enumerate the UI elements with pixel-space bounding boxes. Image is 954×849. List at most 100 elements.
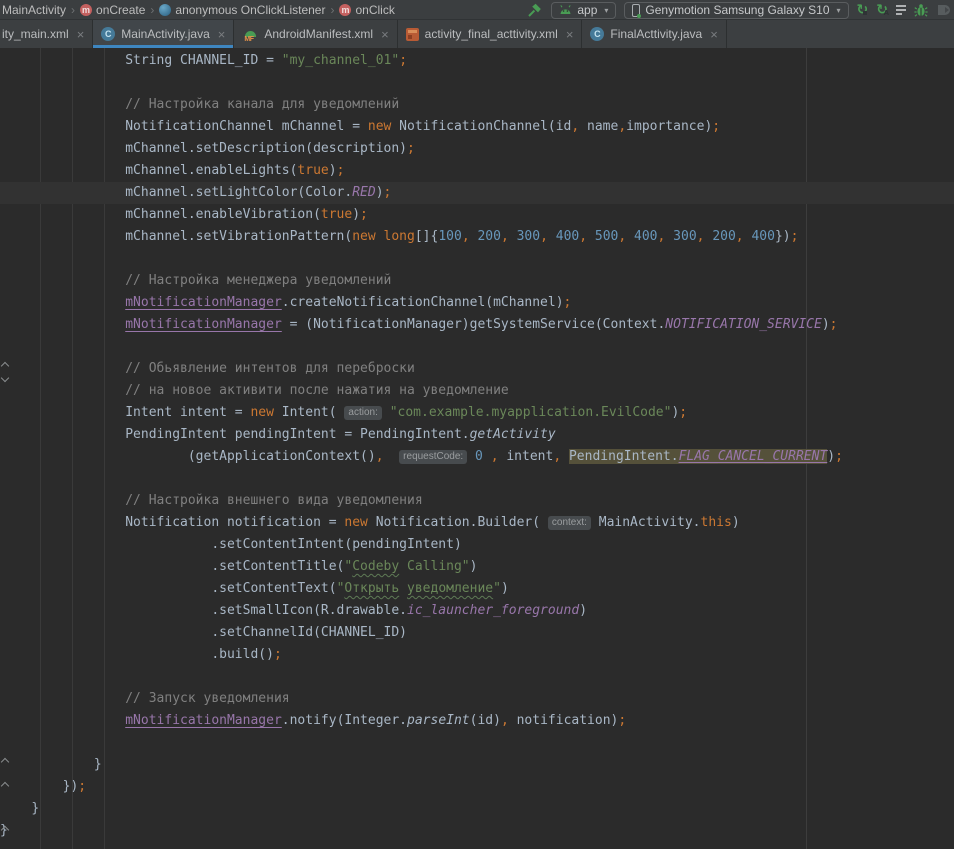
code-line[interactable]: .setChannelId(CHANNEL_ID) bbox=[0, 622, 954, 644]
tab-MainActivity.java[interactable]: CMainActivity.java× bbox=[93, 20, 234, 48]
code-line[interactable] bbox=[0, 248, 954, 270]
code-token: , bbox=[618, 119, 626, 134]
code-line[interactable]: // Настройка канала для уведомлений bbox=[0, 94, 954, 116]
attach-debugger-icon bbox=[936, 3, 950, 17]
code-line[interactable]: // Настройка внешнего вида уведомления bbox=[0, 490, 954, 512]
code-line[interactable]: mChannel.enableLights(true); bbox=[0, 160, 954, 182]
code-line[interactable]: Notification notification = new Notifica… bbox=[0, 512, 954, 534]
tab-activity_final_acttivity.xml[interactable]: activity_final_acttivity.xml× bbox=[398, 20, 583, 48]
code-line[interactable]: .setContentText("Открыть уведомление") bbox=[0, 578, 954, 600]
tab-AndroidManifest.xml[interactable]: MFAndroidManifest.xml× bbox=[234, 20, 397, 48]
device-select[interactable]: Genymotion Samsung Galaxy S10 ▾ bbox=[624, 2, 848, 19]
code-line[interactable]: // Настройка менеджера уведомлений bbox=[0, 270, 954, 292]
breadcrumb-item-oncreate[interactable]: monCreate bbox=[80, 3, 145, 17]
code-line[interactable] bbox=[0, 336, 954, 358]
code-token: // Обьявление интентов для переброски bbox=[125, 361, 415, 376]
fold-marker[interactable] bbox=[1, 362, 9, 370]
code-token: Открыть bbox=[344, 581, 399, 596]
code-line[interactable]: NotificationChannel mChannel = new Notif… bbox=[0, 116, 954, 138]
code-line[interactable]: } bbox=[0, 798, 954, 820]
code-line[interactable] bbox=[0, 732, 954, 754]
code-editor[interactable]: String CHANNEL_ID = "my_channel_01"; // … bbox=[0, 48, 954, 849]
code-token: intent bbox=[499, 449, 554, 464]
indent bbox=[0, 515, 125, 530]
code-line[interactable]: // на новое активити после нажатия на ув… bbox=[0, 380, 954, 402]
code-line[interactable]: mChannel.setLightColor(Color.RED); bbox=[0, 182, 954, 204]
indent bbox=[0, 559, 211, 574]
code-line[interactable]: Intent intent = new Intent( action: "com… bbox=[0, 402, 954, 424]
code-token: // Настройка внешнего вида уведомления bbox=[125, 493, 422, 508]
breadcrumb-item-anonymous-onclicklistener[interactable]: anonymous OnClickListener bbox=[159, 3, 325, 17]
code-line[interactable]: mNotificationManager.createNotificationC… bbox=[0, 292, 954, 314]
code-token: // Запуск уведомления bbox=[125, 691, 289, 706]
code-line[interactable]: (getApplicationContext(), requestCode: 0… bbox=[0, 446, 954, 468]
fold-marker[interactable] bbox=[1, 374, 9, 382]
fold-marker[interactable] bbox=[1, 758, 9, 766]
code-token: " bbox=[493, 581, 501, 596]
breadcrumb-item-onclick[interactable]: monClick bbox=[339, 3, 394, 17]
run-configuration-select[interactable]: app ▾ bbox=[551, 2, 616, 19]
indent bbox=[0, 273, 125, 288]
code-line[interactable]: .setContentIntent(pendingIntent) bbox=[0, 534, 954, 556]
layout-file-icon bbox=[406, 28, 419, 41]
code-line[interactable]: .setContentTitle("Codeby Calling") bbox=[0, 556, 954, 578]
code-token: 300 bbox=[517, 229, 540, 244]
tab-FinalActtivity.java[interactable]: CFinalActtivity.java× bbox=[582, 20, 726, 48]
indent bbox=[0, 647, 211, 662]
code-line[interactable]: mChannel.setVibrationPattern(new long[]{… bbox=[0, 226, 954, 248]
code-token: .setContentTitle( bbox=[211, 559, 344, 574]
code-line[interactable]: } bbox=[0, 754, 954, 776]
navigation-bar: MainActivity›monCreate›anonymous OnClick… bbox=[0, 0, 954, 20]
attach-debugger-button[interactable] bbox=[936, 1, 950, 19]
tab-close-icon[interactable]: × bbox=[566, 27, 574, 42]
indent bbox=[0, 317, 125, 332]
tab-close-icon[interactable]: × bbox=[77, 27, 85, 42]
tab-label: MainActivity.java bbox=[121, 27, 209, 41]
indent bbox=[0, 603, 211, 618]
code-token: , bbox=[462, 229, 470, 244]
indent bbox=[0, 691, 125, 706]
code-line[interactable]: mChannel.enableVibration(true); bbox=[0, 204, 954, 226]
code-token: getActivity bbox=[470, 427, 556, 442]
code-line[interactable]: // Обьявление интентов для переброски bbox=[0, 358, 954, 380]
fold-marker[interactable] bbox=[1, 826, 9, 834]
code-token: ; bbox=[274, 647, 282, 662]
code-line[interactable]: mChannel.setDescription(description); bbox=[0, 138, 954, 160]
apply-code-changes-button[interactable]: ↻A bbox=[876, 1, 888, 19]
code-line[interactable]: PendingIntent pendingIntent = PendingInt… bbox=[0, 424, 954, 446]
code-line[interactable] bbox=[0, 468, 954, 490]
code-token: name bbox=[579, 119, 618, 134]
breadcrumb-item-mainactivity[interactable]: MainActivity bbox=[2, 3, 66, 17]
code-token: , bbox=[501, 229, 509, 244]
code-token bbox=[399, 581, 407, 596]
profiler-button[interactable] bbox=[896, 1, 906, 19]
fold-marker[interactable] bbox=[1, 782, 9, 790]
debug-button[interactable] bbox=[914, 1, 928, 19]
code-area[interactable]: String CHANNEL_ID = "my_channel_01"; // … bbox=[0, 48, 954, 842]
code-line[interactable]: .build(); bbox=[0, 644, 954, 666]
code-line[interactable]: }); bbox=[0, 776, 954, 798]
code-line[interactable]: String CHANNEL_ID = "my_channel_01"; bbox=[0, 50, 954, 72]
code-line[interactable]: .setSmallIcon(R.drawable.ic_launcher_for… bbox=[0, 600, 954, 622]
code-token: mNotificationManager bbox=[125, 713, 282, 728]
tab-close-icon[interactable]: × bbox=[710, 27, 718, 42]
code-token: ) bbox=[501, 581, 509, 596]
code-token: mChannel.enableVibration( bbox=[125, 207, 321, 222]
tab-close-icon[interactable]: × bbox=[218, 27, 226, 42]
rerun-activity-button[interactable]: ↻ bbox=[857, 1, 869, 19]
code-token: FLAG_CANCEL_CURRENT bbox=[679, 449, 828, 464]
code-line[interactable]: mNotificationManager.notify(Integer.pars… bbox=[0, 710, 954, 732]
chevron-down-icon: ▾ bbox=[604, 6, 608, 15]
code-line[interactable]: mNotificationManager = (NotificationMana… bbox=[0, 314, 954, 336]
tab-close-icon[interactable]: × bbox=[381, 27, 389, 42]
method-icon: m bbox=[339, 4, 351, 16]
code-token: ; bbox=[337, 163, 345, 178]
code-token: ; bbox=[564, 295, 572, 310]
code-line[interactable]: } bbox=[0, 820, 954, 842]
code-line[interactable] bbox=[0, 72, 954, 94]
tab-ity_main.xml[interactable]: ity_main.xml× bbox=[0, 20, 93, 48]
build-hammer-button[interactable] bbox=[527, 1, 543, 19]
code-line[interactable]: // Запуск уведомления bbox=[0, 688, 954, 710]
code-line[interactable] bbox=[0, 666, 954, 688]
code-token: .setChannelId(CHANNEL_ID) bbox=[211, 625, 407, 640]
